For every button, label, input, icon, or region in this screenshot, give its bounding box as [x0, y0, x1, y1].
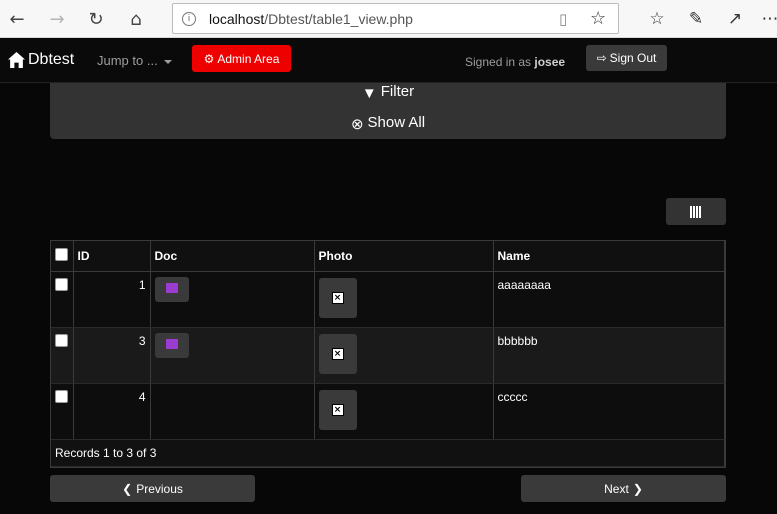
chevron-left-icon: ❮: [122, 481, 133, 496]
image-icon: [165, 338, 178, 349]
broken-image-icon: ×: [331, 403, 344, 416]
more-icon[interactable]: ⋯: [758, 7, 777, 31]
app-navbar: Dbtest Jump to ... ⚙ Admin Area Signed i…: [0, 39, 777, 83]
chevron-right-icon: ❯: [632, 481, 643, 496]
favorite-star-icon[interactable]: ☆: [590, 8, 606, 29]
address-bar[interactable]: i localhost/Dbtest/table1_view.php ▯ ☆: [172, 3, 619, 34]
table-row: 4 × ccccc: [51, 383, 725, 440]
photo-view-button[interactable]: ×: [318, 277, 357, 318]
close-circle-icon: ⊗: [350, 116, 364, 133]
column-header-photo[interactable]: Photo: [314, 241, 494, 272]
sign-out-icon: ⇨: [596, 51, 607, 65]
pen-icon[interactable]: ✎: [684, 7, 708, 31]
url-text[interactable]: localhost/Dbtest/table1_view.php: [209, 11, 413, 27]
doc-cell: [150, 271, 315, 328]
info-icon[interactable]: i: [182, 12, 196, 26]
previous-label: Previous: [136, 481, 183, 496]
jump-to-dropdown[interactable]: Jump to ...: [97, 53, 172, 68]
home-icon: [8, 52, 25, 68]
select-all-checkbox[interactable]: [55, 247, 68, 261]
id-cell: 1: [73, 271, 151, 328]
photo-cell: ×: [314, 383, 494, 440]
columns-toggle-button[interactable]: [666, 198, 726, 225]
filter-label: Filter: [380, 83, 415, 100]
filter-toggle[interactable]: ▼ Filter: [50, 83, 726, 102]
doc-view-button[interactable]: [154, 332, 189, 358]
column-header-name[interactable]: Name: [493, 241, 725, 272]
image-icon: [165, 282, 178, 293]
select-all-header: [51, 241, 74, 272]
url-path: /Dbtest/table1_view.php: [264, 11, 413, 27]
photo-cell: ×: [314, 327, 494, 384]
row-checkbox[interactable]: [55, 389, 68, 403]
forward-icon[interactable]: →: [45, 7, 69, 31]
gear-icon: ⚙: [203, 51, 215, 66]
doc-cell: [150, 327, 315, 384]
reading-view-icon[interactable]: ▯: [559, 10, 567, 28]
refresh-icon[interactable]: ↻: [84, 7, 108, 31]
doc-view-button[interactable]: [154, 276, 189, 302]
photo-view-button[interactable]: ×: [318, 389, 357, 430]
next-button[interactable]: Next ❯: [521, 475, 726, 502]
show-all-link[interactable]: ⊗ Show All: [50, 114, 726, 133]
photo-cell: ×: [314, 271, 494, 328]
browser-toolbar: ← → ↻ ⌂ i localhost/Dbtest/table1_view.p…: [0, 0, 777, 38]
doc-cell: [150, 383, 315, 440]
records-count: Records 1 to 3 of 3: [51, 439, 725, 467]
username: josee: [534, 55, 566, 69]
name-cell: bbbbbb: [493, 327, 725, 384]
broken-image-icon: ×: [331, 291, 344, 304]
column-header-id[interactable]: ID: [73, 241, 151, 272]
name-cell: aaaaaaaa: [493, 271, 725, 328]
caret-down-icon: [163, 59, 172, 64]
filter-panel: ▼ Filter ⊗ Show All: [50, 83, 726, 139]
jump-to-label: Jump to ...: [97, 53, 158, 68]
sign-out-label: Sign Out: [609, 51, 657, 65]
table-row: 1 × aaaaaaaa: [51, 271, 725, 328]
row-select-cell: [51, 383, 74, 440]
id-cell: 3: [73, 327, 151, 384]
signed-in-prefix: Signed in as: [465, 55, 532, 69]
row-checkbox[interactable]: [55, 277, 68, 291]
previous-button[interactable]: ❮ Previous: [50, 475, 255, 502]
name-cell: ccccc: [493, 383, 725, 440]
url-host: localhost: [209, 11, 265, 27]
photo-view-button[interactable]: ×: [318, 333, 357, 374]
id-cell: 4: [73, 383, 151, 440]
filter-funnel-icon: ▼: [361, 85, 377, 102]
share-icon[interactable]: ↗: [723, 7, 747, 31]
sign-out-button[interactable]: ⇨ Sign Out: [586, 45, 667, 71]
row-select-cell: [51, 327, 74, 384]
column-header-doc[interactable]: Doc: [150, 241, 315, 272]
table-footer: Records 1 to 3 of 3: [51, 439, 725, 467]
admin-area-label: Admin Area: [217, 51, 280, 66]
row-select-cell: [51, 271, 74, 328]
back-icon[interactable]: ←: [5, 7, 29, 31]
columns-icon: [690, 205, 702, 218]
brand-name: Dbtest: [28, 51, 75, 68]
signed-in-text: Signed in as josee: [465, 55, 565, 69]
show-all-label: Show All: [367, 114, 426, 131]
brand-link[interactable]: Dbtest: [8, 51, 74, 69]
data-grid: ID Doc Photo Name 1 × aaaaaaaa 3 × bbbbb…: [50, 240, 726, 468]
table-row: 3 × bbbbbb: [51, 327, 725, 384]
broken-image-icon: ×: [331, 347, 344, 360]
admin-area-button[interactable]: ⚙ Admin Area: [192, 45, 291, 72]
home-icon[interactable]: ⌂: [124, 7, 148, 31]
favorites-list-icon[interactable]: ☆: [645, 7, 669, 31]
row-checkbox[interactable]: [55, 333, 68, 347]
next-label: Next: [604, 481, 629, 496]
